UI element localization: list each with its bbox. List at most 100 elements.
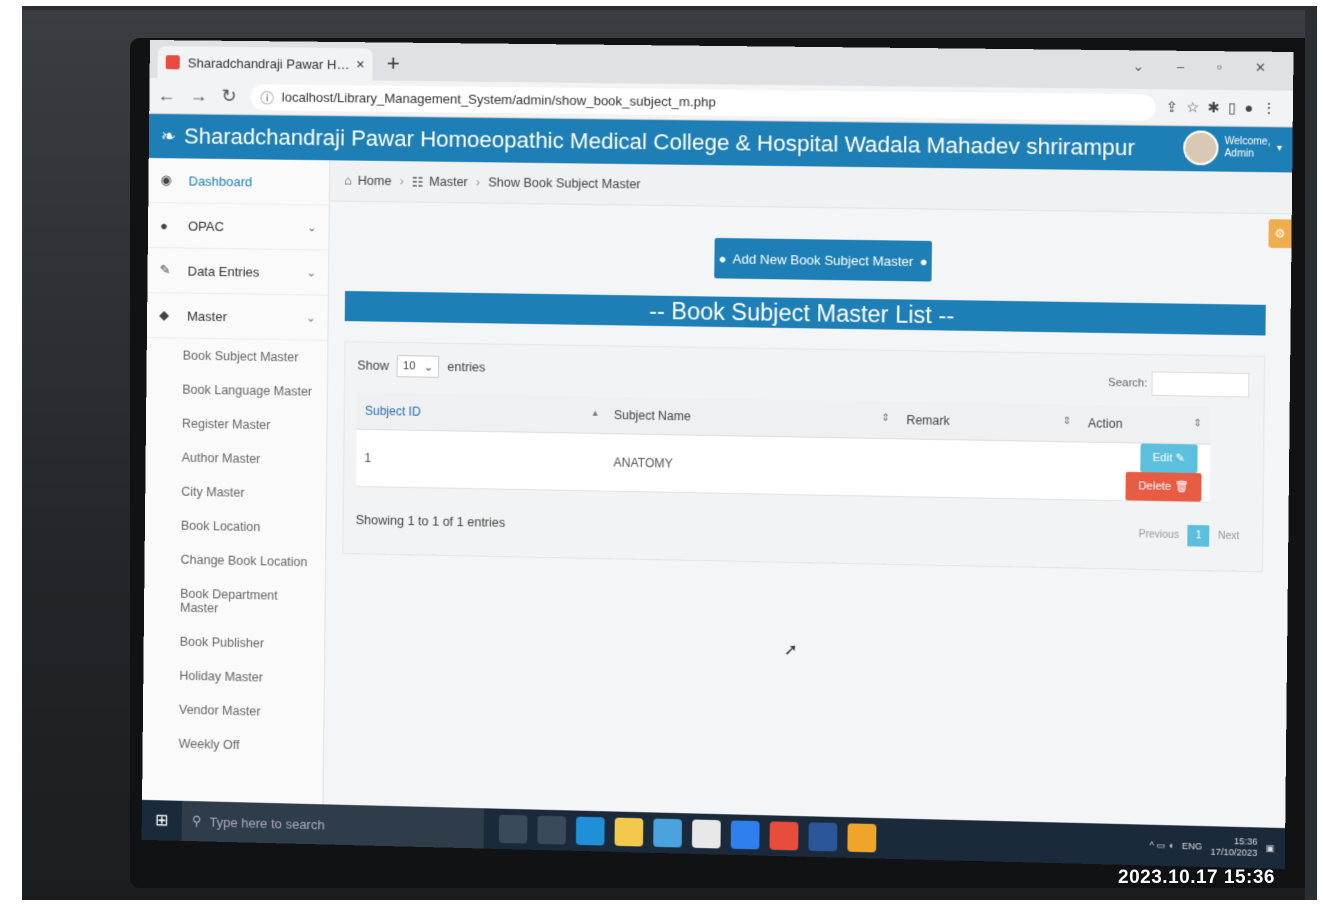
pagination-previous[interactable]: Previous: [1130, 524, 1187, 546]
notification-icon[interactable]: ▣: [1266, 842, 1275, 853]
taskbar-search[interactable]: ⚲ Type here to search: [181, 800, 484, 849]
cell-subject-name: ANATOMY: [605, 433, 898, 497]
breadcrumb-separator: ›: [399, 174, 404, 189]
dashboard-icon: ◉: [160, 172, 172, 188]
sidebar-subitem[interactable]: Holiday Master: [143, 658, 324, 696]
trash-icon: 🗑: [1174, 480, 1189, 494]
reload-icon[interactable]: ↻: [221, 86, 236, 107]
clock-time: 15:36: [1233, 835, 1258, 847]
add-button-label: Add New Book Subject Master: [732, 250, 914, 269]
sort-asc-icon: ▴: [592, 407, 598, 419]
language-indicator[interactable]: ENG: [1182, 840, 1202, 852]
breadcrumb-master[interactable]: Master: [429, 175, 468, 190]
task-view-icon[interactable]: [537, 815, 567, 845]
delete-label: Delete: [1138, 480, 1172, 494]
entries-value: 10: [402, 360, 416, 373]
tab-title: Sharadchandraji Pawar Homoeo: [187, 54, 351, 72]
sidebar-subitem[interactable]: Change Book Location: [144, 542, 325, 580]
edit-label: Edit: [1152, 451, 1173, 465]
column-action[interactable]: Action ⇕: [1079, 404, 1211, 445]
word-icon[interactable]: [808, 822, 838, 852]
sidebar-subitem[interactable]: Book Subject Master: [147, 338, 328, 375]
cell-subject-id: 1: [356, 429, 606, 492]
table-panel: Show 10 ⌄ entries Search: Subject ID ▴ S…: [342, 341, 1266, 573]
search-input[interactable]: [1151, 371, 1250, 398]
mouse-cursor-icon: ➚: [783, 641, 798, 660]
users-icon: ☷: [411, 174, 424, 190]
store-icon[interactable]: [653, 818, 683, 848]
tray-icons[interactable]: ^ ▭ ◖: [1149, 839, 1173, 851]
entries-label: entries: [447, 359, 486, 375]
user-icon: ●: [919, 253, 928, 269]
sidebar-subitem[interactable]: Book Language Master: [146, 372, 327, 409]
sidebar-item-dashboard[interactable]: ◉ Dashboard: [148, 157, 330, 206]
sidebar-subitem[interactable]: Vendor Master: [143, 692, 324, 730]
favicon-icon: [165, 55, 180, 70]
sidebar-subitem[interactable]: Register Master: [146, 406, 327, 443]
table-info: Showing 1 to 1 of 1 entries: [355, 512, 506, 530]
settings-gear-button[interactable]: ⚙: [1268, 219, 1292, 249]
sidebar-subitem[interactable]: Weekly Off: [142, 726, 323, 764]
sort-icon: ⇕: [1193, 417, 1203, 430]
edge-icon[interactable]: [575, 816, 605, 846]
pagination-page[interactable]: 1: [1187, 524, 1210, 547]
sidebar-item-opac[interactable]: ● OPAC ⌄: [147, 202, 329, 251]
user-icon: ●: [159, 217, 168, 233]
user-icon: ●: [718, 250, 727, 266]
notepad-icon[interactable]: [691, 819, 721, 849]
entries-length-control: Show 10 ⌄ entries: [357, 354, 485, 378]
pagination-next[interactable]: Next: [1210, 525, 1248, 547]
info-icon: ⓘ: [260, 90, 274, 106]
sidebar-subitem[interactable]: Author Master: [145, 440, 326, 477]
cell-action: Edit ✎ Delete 🗑: [1078, 441, 1211, 503]
windows-start-icon[interactable]: ⊞: [142, 810, 182, 831]
chevron-down-icon: ⌄: [307, 221, 317, 234]
leaf-icon: ❧: [160, 125, 177, 146]
delete-button[interactable]: Delete 🗑: [1125, 471, 1202, 502]
breadcrumb-separator: ›: [475, 175, 481, 190]
url-field[interactable]: ⓘ localhost/Library_Management_System/ad…: [250, 83, 1156, 121]
opera-icon[interactable]: [769, 821, 799, 851]
entries-select[interactable]: 10 ⌄: [396, 355, 440, 378]
chevron-down-icon: ⌄: [306, 311, 316, 325]
url-text: localhost/Library_Management_System/admi…: [281, 89, 716, 110]
sidebar-subitem[interactable]: Book Department Master: [144, 576, 325, 628]
column-label: Subject Name: [613, 408, 691, 424]
window-controls[interactable]: ⌄ – ▫ ✕: [1133, 58, 1281, 76]
user-name: Admin: [1224, 148, 1254, 160]
mail-icon[interactable]: [730, 820, 760, 850]
new-tab-button[interactable]: +: [387, 51, 400, 77]
edit-button[interactable]: Edit ✎: [1140, 443, 1198, 474]
list-title: -- Book Subject Master List --: [344, 290, 1266, 336]
sidebar-item-master[interactable]: ◆ Master ⌄: [146, 292, 328, 341]
user-menu[interactable]: Welcome, Admin ▾: [1182, 130, 1283, 166]
sort-icon: ⇕: [1062, 415, 1072, 428]
sidebar-item-label: Data Entries: [187, 263, 260, 280]
column-label: Remark: [906, 413, 950, 428]
column-subject-name[interactable]: Subject Name ⇕: [605, 396, 899, 439]
back-arrow-icon[interactable]: ←: [157, 85, 175, 106]
forward-arrow-icon[interactable]: →: [189, 85, 207, 106]
chrome-icon[interactable]: [847, 823, 877, 853]
sidebar-subitem[interactable]: Book Publisher: [144, 624, 325, 662]
browser-tab[interactable]: Sharadchandraji Pawar Homoeo ×: [157, 46, 373, 81]
welcome-text: Welcome,: [1224, 135, 1271, 148]
cortana-icon[interactable]: [498, 814, 528, 844]
file-explorer-icon[interactable]: [614, 817, 644, 847]
clock[interactable]: 15:36 17/10/2023: [1210, 835, 1257, 859]
browser-extension-icons[interactable]: ⇪☆✱▯●⋮: [1166, 99, 1285, 118]
avatar: [1182, 130, 1219, 166]
chevron-down-icon: ⌄: [423, 361, 434, 374]
sidebar-subitem[interactable]: City Master: [145, 474, 326, 511]
breadcrumb-current: Show Book Subject Master: [488, 175, 641, 192]
tab-close-icon[interactable]: ×: [356, 56, 364, 72]
clock-date: 17/10/2023: [1210, 846, 1258, 859]
search-control: Search:: [1108, 371, 1250, 398]
breadcrumb-home[interactable]: Home: [358, 174, 392, 188]
column-subject-id[interactable]: Subject ID ▴: [356, 392, 607, 434]
column-remark[interactable]: Remark ⇕: [897, 401, 1080, 442]
sidebar-item-data-entries[interactable]: ✎ Data Entries ⌄: [147, 247, 329, 296]
add-book-subject-button[interactable]: ● Add New Book Subject Master ●: [714, 237, 932, 282]
monitor-screen: Sharadchandraji Pawar Homoeo × + ⌄ – ▫ ✕…: [141, 40, 1294, 869]
sidebar-subitem[interactable]: Book Location: [145, 508, 326, 546]
